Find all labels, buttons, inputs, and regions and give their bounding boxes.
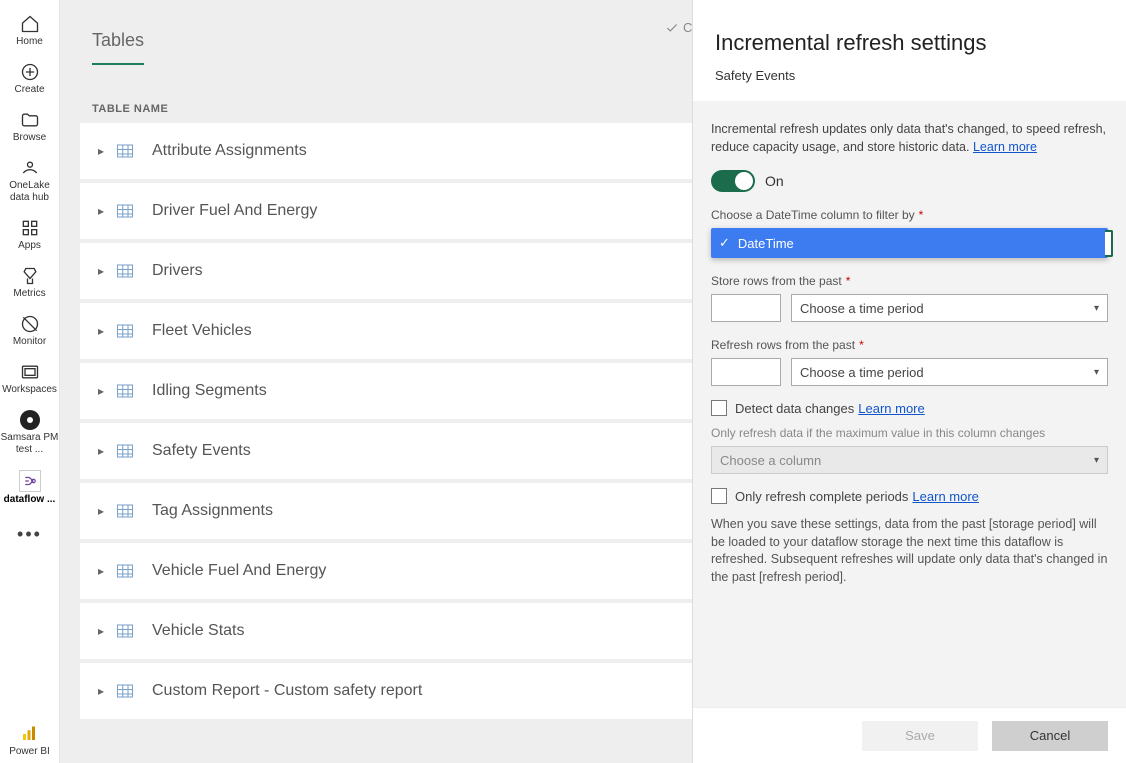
refresh-rows-period-select[interactable]: Choose a time period▾ <box>791 358 1108 386</box>
expand-caret-icon[interactable]: ▸ <box>98 144 112 158</box>
expand-caret-icon[interactable]: ▸ <box>98 204 112 218</box>
dropdown-option-datetime[interactable]: ✓ DateTime <box>711 228 1108 258</box>
filter-column-label: Choose a DateTime column to filter by* <box>711 208 1108 222</box>
table-icon <box>112 443 138 459</box>
table-label: Tag Assignments <box>152 502 273 520</box>
nav-powerbi[interactable]: Power BI <box>9 724 50 757</box>
expand-caret-icon[interactable]: ▸ <box>98 684 112 698</box>
panel-subtitle: Safety Events <box>715 68 1104 83</box>
complete-periods-checkbox[interactable] <box>711 488 727 504</box>
check-icon: ✓ <box>719 235 730 251</box>
nav-browse[interactable]: Browse <box>0 110 60 144</box>
learn-more-link[interactable]: Learn more <box>973 140 1037 154</box>
table-icon <box>112 383 138 399</box>
nav-dataflow[interactable]: dataflow ... <box>0 470 60 506</box>
table-icon <box>112 143 138 159</box>
nav-onelake[interactable]: OneLake data hub <box>0 158 60 204</box>
refresh-rows-number-input[interactable] <box>711 358 781 386</box>
browse-icon <box>20 110 40 130</box>
table-icon <box>112 323 138 339</box>
store-rows-number-input[interactable] <box>711 294 781 322</box>
onelake-icon <box>20 158 40 178</box>
table-label: Safety Events <box>152 442 251 460</box>
expand-caret-icon[interactable]: ▸ <box>98 564 112 578</box>
save-note: When you save these settings, data from … <box>711 516 1108 586</box>
expand-caret-icon[interactable]: ▸ <box>98 384 112 398</box>
table-label: Vehicle Fuel And Energy <box>152 562 326 580</box>
nav-create[interactable]: Create <box>0 62 60 96</box>
expand-caret-icon[interactable]: ▸ <box>98 264 112 278</box>
table-label: Fleet Vehicles <box>152 322 252 340</box>
table-icon <box>112 683 138 699</box>
learn-more-link[interactable]: Learn more <box>912 489 978 504</box>
store-rows-label: Store rows from the past* <box>711 274 1108 288</box>
create-icon <box>20 62 40 82</box>
change-column-select: Choose a column▾ <box>711 446 1108 474</box>
table-icon <box>112 563 138 579</box>
nav-overflow[interactable]: ••• <box>17 524 42 545</box>
table-label: Custom Report - Custom safety report <box>152 682 422 700</box>
nav-apps[interactable]: Apps <box>0 218 60 252</box>
workspace-badge-icon <box>20 410 40 430</box>
tab-tables[interactable]: Tables <box>92 30 144 65</box>
workspaces-icon <box>20 362 40 382</box>
home-icon <box>20 14 40 34</box>
table-icon <box>112 203 138 219</box>
expand-caret-icon[interactable]: ▸ <box>98 324 112 338</box>
detect-changes-checkbox[interactable] <box>711 400 727 416</box>
table-label: Driver Fuel And Energy <box>152 202 317 220</box>
table-label: Idling Segments <box>152 382 267 400</box>
nav-workspaces[interactable]: Workspaces <box>0 362 60 396</box>
refresh-rows-label: Refresh rows from the past* <box>711 338 1108 352</box>
save-button[interactable]: Save <box>862 721 978 751</box>
complete-periods-label: Only refresh complete periods <box>735 489 908 504</box>
table-label: Vehicle Stats <box>152 622 245 640</box>
left-nav: Home Create Browse OneLake data hub Apps… <box>0 0 60 763</box>
dataflow-icon <box>19 470 41 492</box>
chevron-down-icon: ▾ <box>1094 455 1099 466</box>
panel-title: Incremental refresh settings <box>715 30 1104 56</box>
table-icon <box>112 263 138 279</box>
incremental-refresh-panel: Incremental refresh settings Safety Even… <box>692 0 1126 763</box>
cancel-button[interactable]: Cancel <box>992 721 1108 751</box>
nav-home[interactable]: Home <box>0 14 60 48</box>
learn-more-link[interactable]: Learn more <box>858 401 924 416</box>
panel-intro: Incremental refresh updates only data th… <box>711 121 1108 156</box>
incremental-refresh-toggle[interactable] <box>711 170 755 192</box>
table-icon <box>112 503 138 519</box>
chevron-down-icon: ▾ <box>1094 367 1099 378</box>
metrics-icon <box>20 266 40 286</box>
table-label: Attribute Assignments <box>152 142 307 160</box>
table-label: Drivers <box>152 262 203 280</box>
table-icon <box>112 623 138 639</box>
detect-changes-note: Only refresh data if the maximum value i… <box>711 426 1108 440</box>
detect-changes-label: Detect data changes <box>735 401 854 416</box>
expand-caret-icon[interactable]: ▸ <box>98 444 112 458</box>
powerbi-icon <box>20 724 38 744</box>
toggle-label: On <box>765 173 784 189</box>
check-icon <box>665 21 679 35</box>
nav-metrics[interactable]: Metrics <box>0 266 60 300</box>
apps-icon <box>20 218 40 238</box>
filter-column-dropdown[interactable]: ✓ DateTime <box>711 228 1108 258</box>
expand-caret-icon[interactable]: ▸ <box>98 624 112 638</box>
nav-monitor[interactable]: Monitor <box>0 314 60 348</box>
chevron-down-icon: ▾ <box>1094 303 1099 314</box>
monitor-icon <box>20 314 40 334</box>
nav-samsara-workspace[interactable]: Samsara PM test ... <box>0 410 60 456</box>
store-rows-period-select[interactable]: Choose a time period▾ <box>791 294 1108 322</box>
expand-caret-icon[interactable]: ▸ <box>98 504 112 518</box>
